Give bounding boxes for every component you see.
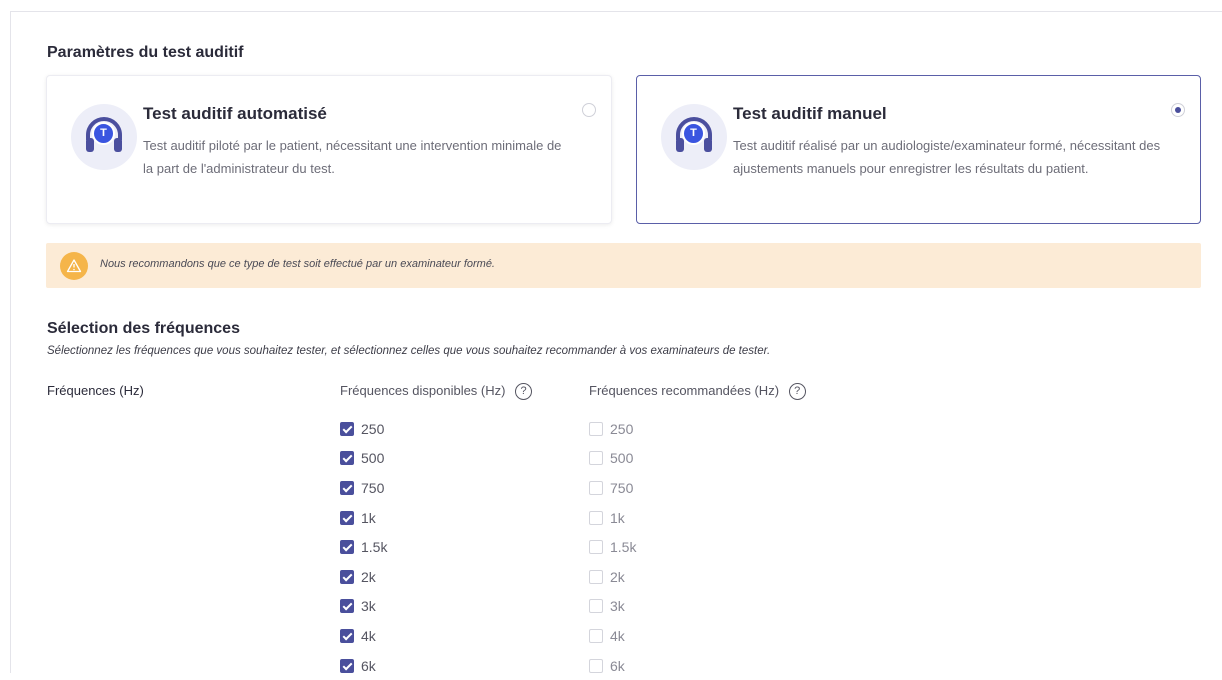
recommended-frequency-checkbox[interactable] [589,510,603,525]
recommended-frequency-row: 1k [589,503,636,533]
recommended-frequency-row: 750 [589,473,636,503]
panel-left-border [10,11,11,673]
available-frequency-label: 6k [361,657,376,674]
available-frequencies-label: Fréquences disponibles (Hz) [340,383,506,398]
recommended-frequency-label: 4k [610,627,625,644]
recommended-frequency-row: 1.5k [589,532,636,562]
available-frequency-label: 2k [361,568,376,585]
available-frequency-label: 500 [361,450,385,467]
recommended-frequency-label: 250 [610,420,634,437]
recommended-frequency-checkbox[interactable] [589,599,603,614]
available-frequency-checkbox[interactable] [340,451,354,466]
available-frequencies-list: 250 500 750 1k 1.5k 2k 3k 4k 6k [340,414,387,680]
recommended-frequency-label: 2k [610,568,625,585]
recommended-frequency-row: 500 [589,444,636,474]
recommended-frequency-label: 750 [610,479,634,496]
recommended-frequency-row: 2k [589,562,636,592]
available-frequency-row: 2k [340,562,387,592]
available-frequency-checkbox[interactable] [340,658,354,673]
automated-test-radio[interactable] [582,103,596,117]
recommended-frequency-label: 1.5k [610,539,637,556]
available-frequency-checkbox[interactable] [340,421,354,436]
recommended-frequency-checkbox[interactable] [589,480,603,495]
available-frequency-label: 250 [361,420,385,437]
manual-test-title: Test auditif manuel [733,104,887,123]
manual-test-card[interactable]: T Test auditif manuel Test auditif réali… [636,75,1201,224]
recommended-frequency-row: 3k [589,592,636,622]
panel-top-border [10,11,1222,12]
available-frequency-row: 250 [340,414,387,444]
recommended-frequency-label: 500 [610,450,634,467]
available-frequency-checkbox[interactable] [340,540,354,555]
recommended-frequency-checkbox[interactable] [589,451,603,466]
recommended-frequency-row: 6k [589,651,636,680]
available-frequency-checkbox[interactable] [340,480,354,495]
warning-text: Nous recommandons que ce type de test so… [100,258,495,270]
available-frequency-label: 4k [361,627,376,644]
warning-banner: Nous recommandons que ce type de test so… [46,243,1201,288]
recommended-frequency-checkbox[interactable] [589,540,603,555]
available-frequency-checkbox[interactable] [340,569,354,584]
recommended-frequencies-header: Fréquences recommandées (Hz) ? [589,383,806,401]
recommended-frequency-row: 4k [589,621,636,651]
available-frequency-row: 4k [340,621,387,651]
available-frequency-row: 6k [340,651,387,680]
manual-test-radio[interactable] [1171,103,1185,117]
automated-test-description: Test auditif piloté par le patient, néce… [143,138,562,176]
frequency-selection-title: Sélection des fréquences [47,320,240,337]
recommended-frequencies-list: 250 500 750 1k 1.5k 2k 3k 4k 6k [589,414,636,680]
tester-badge: T [682,122,705,145]
available-frequencies-header: Fréquences disponibles (Hz) ? [340,383,533,401]
recommended-frequency-row: 250 [589,414,636,444]
recommended-frequency-checkbox[interactable] [589,658,603,673]
available-frequency-checkbox[interactable] [340,510,354,525]
frequency-selection-subtitle: Sélectionnez les fréquences que vous sou… [47,345,771,357]
tester-badge: T [92,122,115,145]
frequencies-field-label: Fréquences (Hz) [47,383,144,398]
automated-test-card[interactable]: T Test auditif automatisé Test auditif p… [46,75,612,224]
recommended-frequency-checkbox[interactable] [589,421,603,436]
available-frequency-row: 1.5k [340,532,387,562]
help-icon[interactable]: ? [515,383,533,401]
recommended-frequencies-label: Fréquences recommandées (Hz) [589,383,780,398]
available-frequency-label: 3k [361,598,376,615]
available-frequency-label: 1k [361,509,376,526]
warning-triangle-icon [60,252,88,280]
available-frequency-checkbox[interactable] [340,628,354,643]
recommended-frequency-label: 3k [610,598,625,615]
automated-test-title: Test auditif automatisé [143,104,327,123]
recommended-frequency-checkbox[interactable] [589,628,603,643]
recommended-frequency-label: 6k [610,657,625,674]
recommended-frequency-checkbox[interactable] [589,569,603,584]
recommended-frequency-label: 1k [610,509,625,526]
available-frequency-label: 750 [361,479,385,496]
available-frequency-row: 500 [340,444,387,474]
available-frequency-checkbox[interactable] [340,599,354,614]
test-settings-title: Paramètres du test auditif [47,44,244,61]
available-frequency-row: 1k [340,503,387,533]
available-frequency-row: 750 [340,473,387,503]
available-frequency-label: 1.5k [361,539,388,556]
help-icon[interactable]: ? [788,383,806,401]
available-frequency-row: 3k [340,592,387,622]
manual-test-description: Test auditif réalisé par un audiologiste… [733,138,1161,176]
